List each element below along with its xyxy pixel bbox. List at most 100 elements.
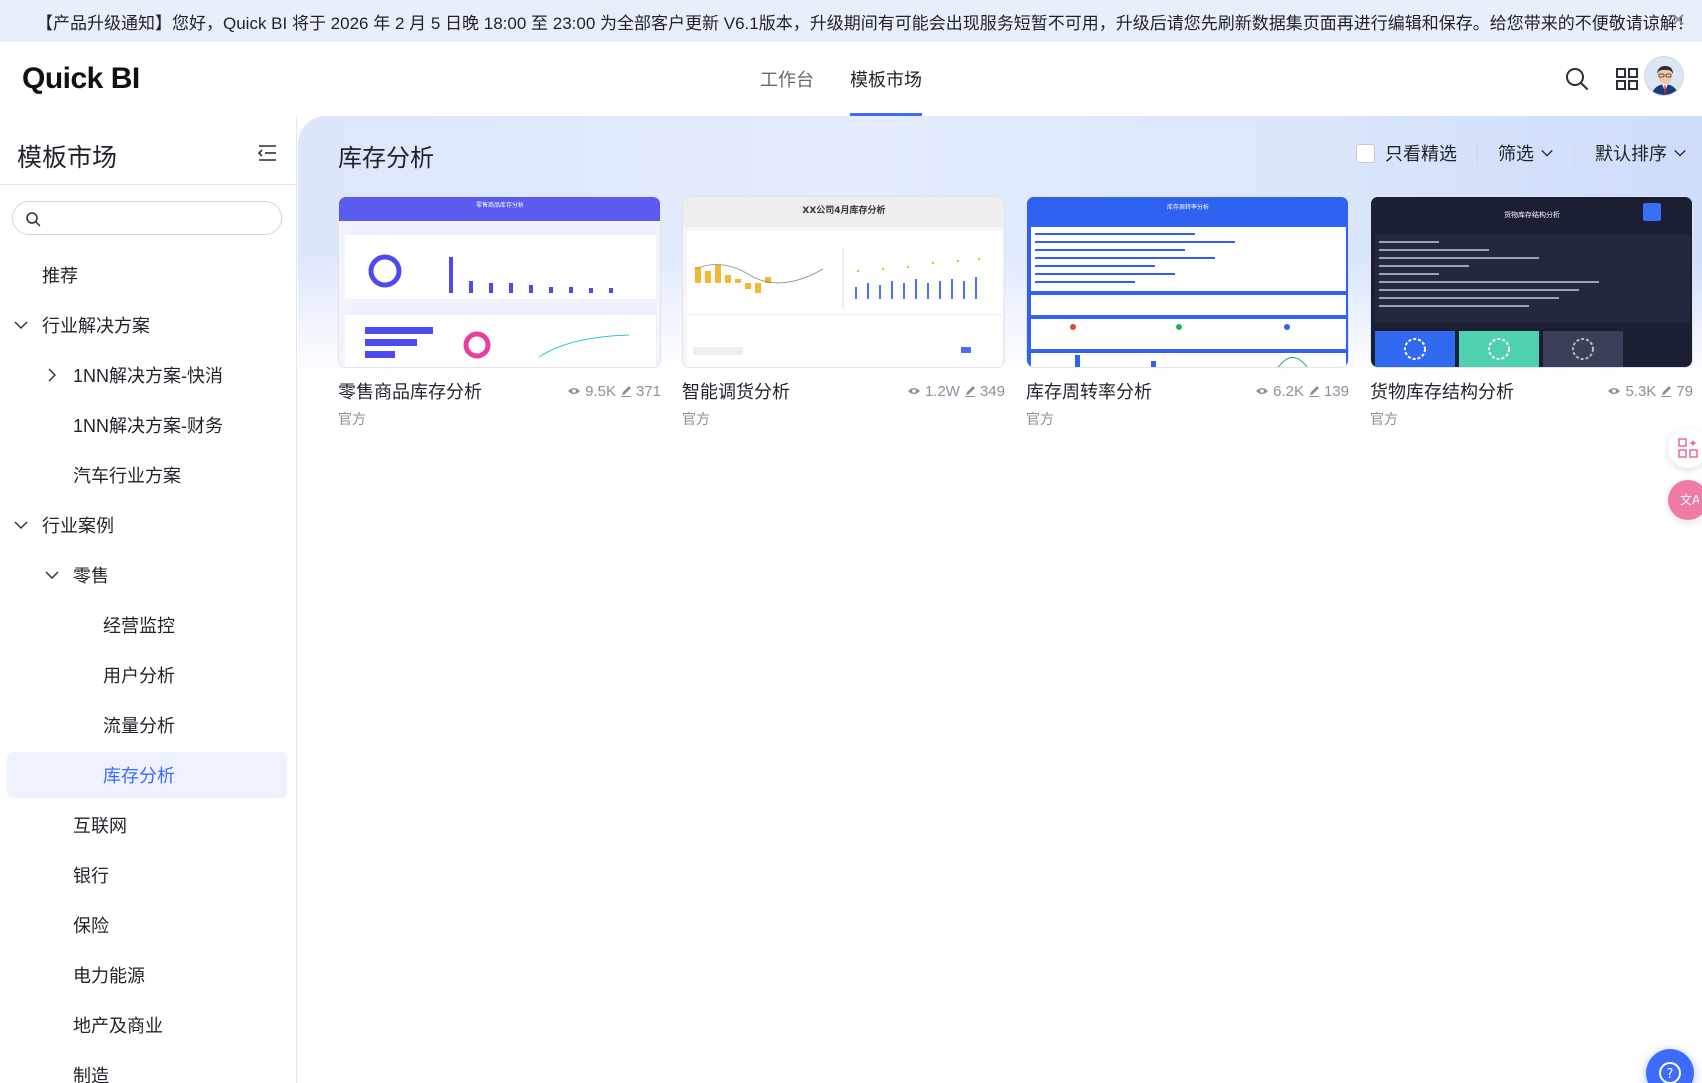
card-source-tag: 官方 [1026, 411, 1054, 427]
edit-icon [620, 386, 631, 397]
tree-item-automotive[interactable]: 汽车行业方案 [0, 450, 296, 500]
chevron-right-icon[interactable] [44, 367, 60, 383]
card-stats: 9.5K 371 [567, 383, 661, 400]
card-title: 库存周转率分析 [1026, 382, 1152, 402]
top-nav: 工作台 模板市场 [760, 42, 922, 116]
svg-text:文A: 文A [1680, 492, 1699, 507]
card-stats: 1.2W 349 [907, 383, 1005, 400]
list-toolbar: 只看精选 筛选 默认排序 [1356, 138, 1687, 168]
filter-label: 筛选 [1498, 144, 1534, 164]
collapse-sidebar-icon[interactable] [256, 143, 278, 163]
tree-item-retail[interactable]: 零售 [0, 550, 296, 600]
sidebar-search[interactable] [12, 201, 282, 235]
thumb-title: 货物库存结构分析 [1504, 210, 1560, 219]
user-avatar[interactable] [1644, 56, 1684, 96]
question-icon: ? [1659, 1062, 1681, 1083]
card-views: 1.2W [924, 382, 960, 400]
help-button[interactable]: ? [1646, 1049, 1694, 1083]
chevron-down-icon[interactable] [13, 317, 29, 333]
template-card[interactable]: 零售商品库存分析 零售商品库存分析 9.5K 371 官方 [338, 196, 661, 429]
top-header: Quick BI 工作台 模板市场 [0, 42, 1702, 116]
card-title: 货物库存结构分析 [1370, 382, 1514, 402]
template-thumbnail[interactable]: 货物库存结构分析 [1370, 196, 1693, 368]
search-icon [26, 212, 41, 227]
chevron-down-icon [1541, 149, 1553, 157]
banner-text: 【产品升级通知】您好，Quick BI 将于 2026 年 2 月 5 日晚 1… [36, 13, 1694, 33]
translate-icon: 文A [1680, 492, 1699, 507]
page-title: 库存分析 [338, 145, 434, 172]
card-source-tag: 官方 [338, 411, 366, 427]
edit-icon [1308, 386, 1319, 397]
card-source-tag: 官方 [1370, 411, 1398, 427]
tree-item-power-energy[interactable]: 电力能源 [0, 950, 296, 1000]
featured-only-checkbox[interactable] [1356, 143, 1375, 163]
edit-icon [1661, 386, 1672, 397]
dashboard-preview-image: 零售商品库存分析 [339, 197, 660, 367]
tree-item-bank[interactable]: 银行 [0, 850, 296, 900]
nav-tab-workbench[interactable]: 工作台 [760, 42, 814, 116]
tree-item-manufacturing[interactable]: 制造 [0, 1050, 296, 1083]
upgrade-notice-banner: 【产品升级通知】您好，Quick BI 将于 2026 年 2 月 5 日晚 1… [0, 0, 1702, 42]
tree-item-real-estate[interactable]: 地产及商业 [0, 1000, 296, 1050]
eye-icon [1256, 388, 1269, 394]
apps-grid-icon[interactable] [1612, 64, 1642, 94]
thumb-title: 库存周转率分析 [1167, 203, 1209, 211]
tree-item-industry-solutions[interactable]: 行业解决方案 [0, 300, 296, 350]
sparkle-grid-icon [1678, 438, 1698, 458]
card-edits: 79 [1676, 382, 1693, 400]
tree-item-recommend[interactable]: 推荐 [0, 250, 296, 300]
card-views: 5.3K [1625, 382, 1657, 400]
thumb-title: 零售商品库存分析 [476, 201, 524, 209]
tree-item-inventory-analysis[interactable]: 库存分析 [0, 750, 296, 800]
chevron-down-icon[interactable] [44, 567, 60, 583]
card-views: 9.5K [585, 382, 616, 400]
card-title: 零售商品库存分析 [338, 382, 482, 402]
sort-dropdown[interactable]: 默认排序 [1595, 140, 1687, 166]
tree-item-insurance[interactable]: 保险 [0, 900, 296, 950]
template-thumbnail[interactable]: 库存周转率分析 [1026, 196, 1349, 368]
card-title: 智能调货分析 [682, 382, 790, 402]
featured-only-label[interactable]: 只看精选 [1385, 140, 1457, 166]
thumb-title: XX公司4月库存分析 [802, 204, 885, 216]
card-source-tag: 官方 [682, 411, 710, 427]
nav-tab-template-market[interactable]: 模板市场 [850, 42, 922, 116]
tree-item-1nn-finance[interactable]: 1NN解决方案-财务 [0, 400, 296, 450]
dashboard-preview-image: XX公司4月库存分析 [683, 197, 1004, 367]
template-card-list: 零售商品库存分析 零售商品库存分析 9.5K 371 官方 XX公司4月库存分析… [338, 196, 1693, 429]
card-views: 6.2K [1273, 382, 1304, 400]
ai-assistant-button[interactable] [1668, 428, 1702, 468]
tree-item-1nn-fmcg[interactable]: 1NN解决方案-快消 [0, 350, 296, 400]
sidebar-title: 模板市场 [17, 144, 118, 172]
search-icon[interactable] [1562, 64, 1592, 94]
template-thumbnail[interactable]: XX公司4月库存分析 [682, 196, 1005, 368]
template-card[interactable]: 库存周转率分析 库存周转率分析 6.2K 139 官方 [1026, 196, 1349, 429]
close-icon[interactable]: ✕ [1671, 10, 1686, 31]
template-thumbnail[interactable]: 零售商品库存分析 [338, 196, 661, 368]
category-tree: 推荐 行业解决方案 1NN解决方案-快消 1NN解决方案-财务 汽车行业方案 行… [0, 250, 296, 1083]
tree-item-traffic-analysis[interactable]: 流量分析 [0, 700, 296, 750]
tree-item-user-analysis[interactable]: 用户分析 [0, 650, 296, 700]
template-card[interactable]: XX公司4月库存分析 智能调货分析 1.2W 349 官方 [682, 196, 1005, 429]
tree-item-industry-cases[interactable]: 行业案例 [0, 500, 296, 550]
dashboard-preview-image: 货物库存结构分析 [1371, 197, 1692, 367]
eye-icon [1608, 388, 1621, 394]
eye-icon [907, 388, 920, 394]
translate-button[interactable]: 文A [1668, 480, 1702, 520]
filter-dropdown[interactable]: 筛选 [1498, 140, 1554, 166]
sidebar-divider [0, 184, 296, 185]
edit-icon [964, 386, 975, 397]
tree-item-internet[interactable]: 互联网 [0, 800, 296, 850]
sidebar-search-input[interactable] [49, 206, 274, 230]
sort-label: 默认排序 [1595, 144, 1667, 164]
card-stats: 5.3K 79 [1607, 383, 1693, 400]
avatar-icon [1645, 57, 1683, 95]
toolbar-divider [1574, 142, 1575, 164]
template-card[interactable]: 货物库存结构分析 货物库存结构分析 5.3K 79 官方 [1370, 196, 1693, 429]
chevron-down-icon [1674, 149, 1686, 157]
chevron-down-icon[interactable] [13, 517, 29, 533]
card-edits: 349 [979, 382, 1005, 400]
toolbar-divider [1477, 142, 1478, 164]
tree-item-operations-monitor[interactable]: 经营监控 [0, 600, 296, 650]
main-content: 库存分析 只看精选 筛选 默认排序 零售商品库存分析 零售商品库存分析 9.5K… [298, 116, 1702, 1083]
quick-bi-logo[interactable]: Quick BI [22, 62, 140, 96]
